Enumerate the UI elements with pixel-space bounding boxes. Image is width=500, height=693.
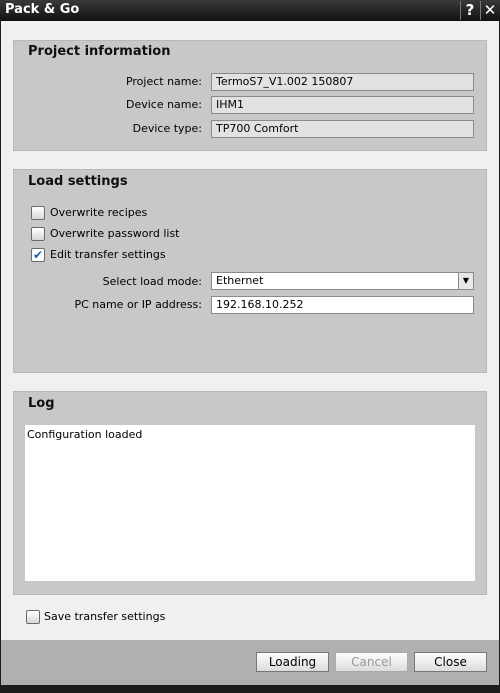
device-name-field: IHM1 bbox=[211, 96, 474, 114]
close-window-button[interactable]: ✕ bbox=[480, 1, 499, 20]
group-title: Log bbox=[28, 396, 55, 411]
device-name-label: Device name: bbox=[125, 98, 202, 111]
project-name-field: TermoS7_V1.002 150807 bbox=[211, 73, 474, 91]
device-type-label: Device type: bbox=[132, 122, 202, 135]
checkbox-label: Edit transfer settings bbox=[50, 248, 166, 261]
title-bar: Pack & Go ? ✕ bbox=[0, 0, 500, 21]
checkbox-label: Overwrite password list bbox=[50, 227, 180, 240]
help-button[interactable]: ? bbox=[460, 1, 479, 20]
overwrite-password-list-checkbox[interactable] bbox=[31, 227, 45, 241]
ip-address-input[interactable]: 192.168.10.252 bbox=[211, 296, 474, 314]
cancel-button[interactable]: Cancel bbox=[335, 652, 408, 672]
chevron-down-icon[interactable]: ▼ bbox=[458, 273, 473, 289]
edit-transfer-settings-checkbox[interactable]: ✔ bbox=[31, 248, 45, 262]
group-title: Load settings bbox=[28, 174, 128, 189]
load-mode-value: Ethernet bbox=[216, 274, 264, 287]
project-name-label: Project name: bbox=[125, 75, 202, 88]
load-mode-select[interactable]: Ethernet ▼ bbox=[211, 272, 474, 290]
save-transfer-settings-checkbox[interactable] bbox=[26, 610, 40, 624]
log-textarea[interactable]: Configuration loaded bbox=[25, 425, 475, 581]
checkbox-label: Overwrite recipes bbox=[50, 206, 148, 219]
group-title: Project information bbox=[28, 44, 171, 59]
checkmark-icon: ✔ bbox=[32, 248, 44, 262]
overwrite-recipes-checkbox[interactable] bbox=[31, 206, 45, 220]
close-button[interactable]: Close bbox=[414, 652, 487, 672]
load-settings-group bbox=[13, 169, 487, 373]
device-type-field: TP700 Comfort bbox=[211, 120, 474, 138]
load-mode-label: Select load mode: bbox=[102, 275, 202, 288]
window-title: Pack & Go bbox=[5, 2, 80, 17]
checkbox-label: Save transfer settings bbox=[44, 610, 166, 623]
loading-button[interactable]: Loading bbox=[256, 652, 329, 672]
ip-address-label: PC name or IP address: bbox=[74, 298, 202, 311]
